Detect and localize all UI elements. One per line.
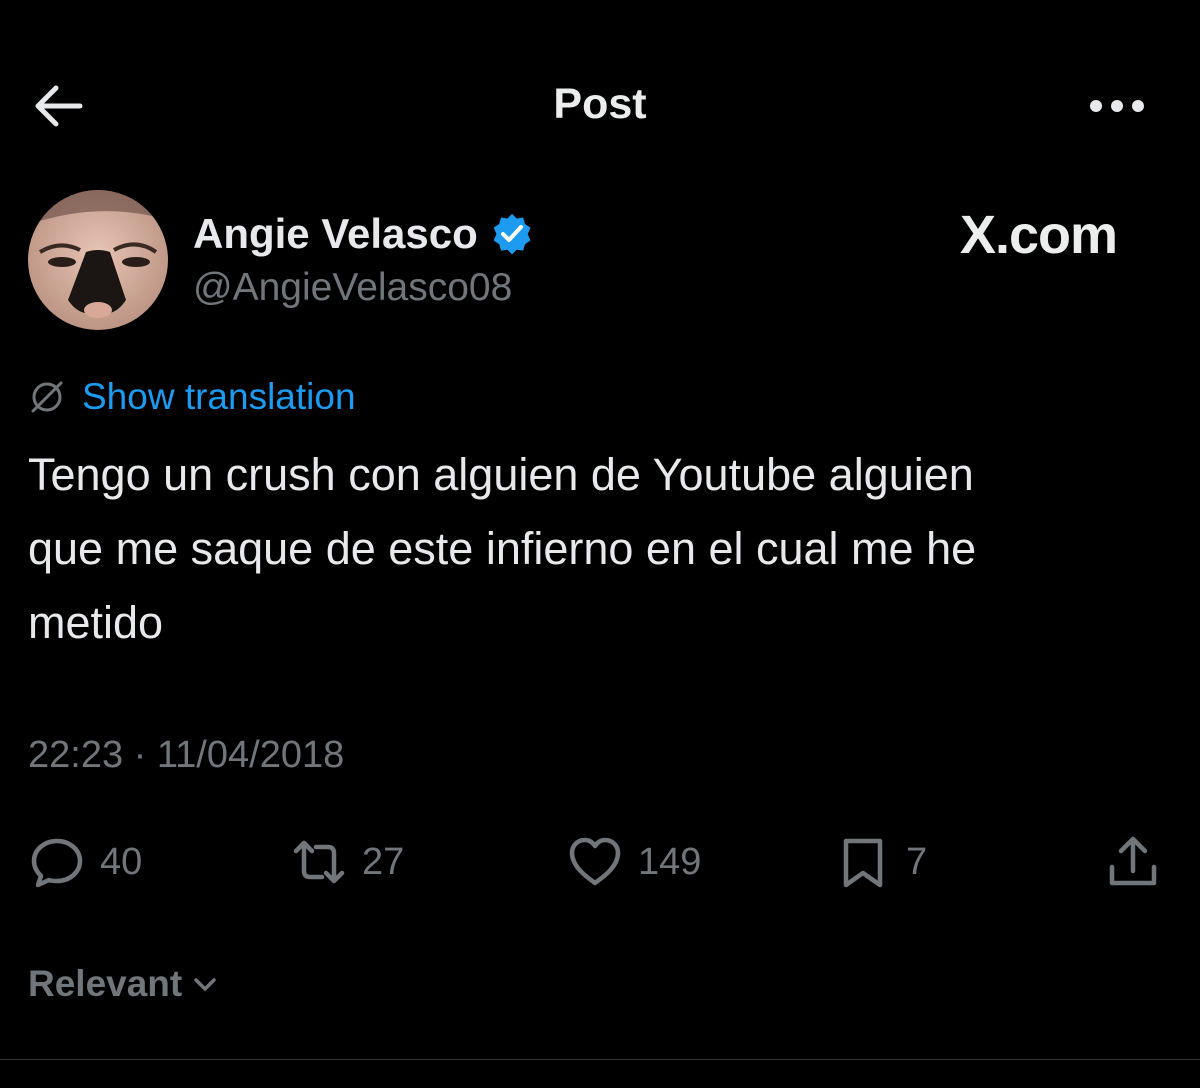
show-translation-link[interactable]: Show translation (28, 374, 356, 420)
chevron-down-icon (194, 978, 216, 991)
repost-icon (293, 840, 345, 884)
more-options-button[interactable] (1082, 86, 1152, 126)
post-page: Post Angie Velasco @AngieVelasco08 X.com… (0, 0, 1200, 1088)
verified-badge-icon (493, 213, 531, 255)
author-handle[interactable]: @AngieVelasco08 (193, 266, 512, 310)
sort-dropdown[interactable]: Relevant (28, 963, 220, 1005)
divider (0, 1059, 1200, 1060)
bookmark-button[interactable]: 7 (834, 832, 927, 892)
author-name-row[interactable]: Angie Velasco (193, 206, 534, 262)
repost-count: 27 (362, 840, 405, 883)
page-title: Post (553, 80, 647, 128)
share-button[interactable] (1104, 832, 1162, 892)
more-icon (1090, 100, 1144, 112)
like-button[interactable]: 149 (566, 832, 701, 892)
author-name: Angie Velasco (193, 210, 478, 257)
tweet-text: Tengo un crush con alguien de Youtube al… (28, 449, 977, 648)
reply-button[interactable]: 40 (28, 832, 142, 892)
bookmark-count: 7 (906, 840, 928, 883)
show-translation-label: Show translation (82, 376, 356, 417)
repost-button[interactable]: 27 (290, 832, 404, 892)
avatar-image (28, 190, 168, 330)
reply-count: 40 (100, 840, 143, 883)
reply-icon (31, 838, 83, 888)
sort-label: Relevant (28, 963, 183, 1004)
bookmark-icon (843, 838, 883, 888)
brand-watermark: X.com (960, 205, 1118, 265)
avatar[interactable] (28, 190, 168, 330)
like-count: 149 (638, 840, 702, 883)
tweet-timestamp[interactable]: 22:23 · 11/04/2018 (28, 734, 344, 777)
translate-icon (31, 381, 63, 413)
like-icon (569, 837, 621, 886)
share-icon (1109, 836, 1157, 886)
